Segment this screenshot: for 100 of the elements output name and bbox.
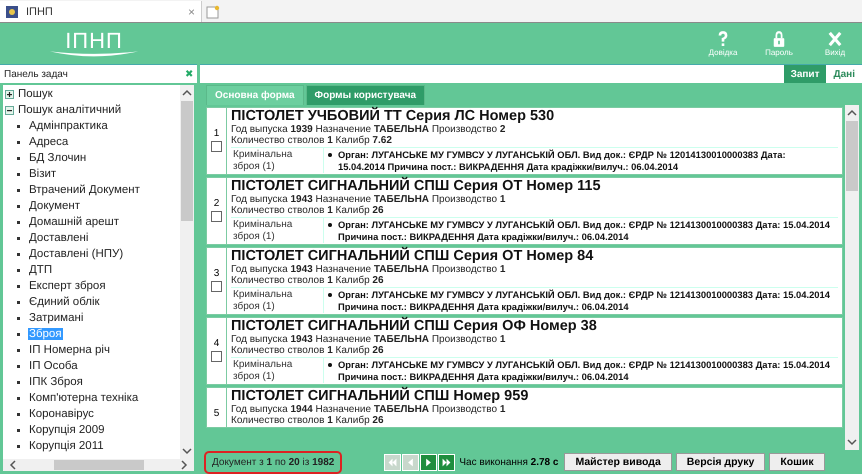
tree-item[interactable]: Домашній арешт <box>28 216 120 228</box>
pager-button[interactable] <box>420 454 438 470</box>
scroll-up-icon[interactable] <box>847 109 857 117</box>
new-tab-icon[interactable] <box>206 5 220 19</box>
table-cell-text: Орган: ЛУГАНСЬКЕ МУ ГУМВСУ У ЛУГАНСЬКІЙ ОБЛ. Вид док.: ЄРДР № 1214130010000383 Дата: 15.04.2014 Причина пост.: ВИКРАДЕННЯ Дата крадіжки/вилуч.: 06.04.2014 <box>338 359 831 382</box>
scroll-down-icon[interactable] <box>182 447 192 455</box>
tree-item[interactable]: Доставлені (НПУ) <box>28 248 124 260</box>
table-cell-text: Орган: ЛУГАНСЬКЕ МУ ГУМВСУ У ЛУГАНСЬКІЙ ОБЛ. Вид док.: ЄРДР № 12014130010000383 Дата: 15.04.2014 Причина пост.: ВИКРАДЕННЯ Дата крадіжки/вилуч.: 06.04.2014 <box>338 149 787 172</box>
table-cell: Кримінальна зброя (1) <box>231 148 324 173</box>
scroll-thumb[interactable] <box>54 460 144 470</box>
tree-item[interactable]: Коронавірус <box>28 408 95 420</box>
tree-item[interactable]: ІП Особа <box>28 360 79 372</box>
bullet-icon <box>17 444 20 448</box>
arrow-icon <box>441 456 452 468</box>
tree-item[interactable]: ІПК Зброя <box>28 376 84 388</box>
scroll-thumb[interactable] <box>846 121 858 191</box>
pager-button[interactable] <box>438 454 456 470</box>
checkbox[interactable] <box>211 211 222 222</box>
tree-item[interactable]: Затримані <box>28 312 84 324</box>
bullet-icon <box>17 236 20 240</box>
lock-icon <box>772 30 786 48</box>
tree-item[interactable]: БД Злочин <box>28 152 88 164</box>
scrollbar[interactable] <box>845 105 859 450</box>
checkbox[interactable] <box>211 141 222 152</box>
checkbox[interactable] <box>211 351 222 362</box>
footer-button[interactable]: Майстер вивода <box>564 453 672 471</box>
record-number: 2 <box>214 198 220 209</box>
record-title: ПІСТОЛЕТ СИГНАЛЬНИЙ СПШ Серия ОТ Номер 84 <box>231 249 594 264</box>
bullet-icon <box>17 124 20 128</box>
tree-item[interactable]: Комп'ютерна техніка <box>28 392 140 404</box>
record-line: Год выпуска 1943 Назначение ТАБЕЛЬНА Производство 1 <box>231 264 506 275</box>
bullet-icon <box>17 252 20 256</box>
bullet-icon <box>328 153 332 157</box>
bullet-icon <box>17 412 20 416</box>
record-title: ПІСТОЛЕТ СИГНАЛЬНИЙ СПШ Серия ОФ Номер 38 <box>231 319 598 334</box>
scrollbar[interactable] <box>180 85 194 459</box>
bullet-icon <box>17 284 20 288</box>
tab-title[interactable]: ІПНП <box>26 6 180 18</box>
tree-item[interactable]: ДТП <box>28 264 54 276</box>
record-line: Год выпуска 1939 Назначение ТАБЕЛЬНА Производство 2 <box>231 124 506 135</box>
tree-item[interactable]: Втрачений Документ <box>28 184 141 196</box>
record-line: Год выпуска 1944 Назначение ТАБЕЛЬНА Производство 1 <box>231 404 506 415</box>
tree-item[interactable]: ІП Номерна річ <box>28 344 111 356</box>
logo-text: ІПНП <box>65 30 123 52</box>
table-cell-text: Орган: ЛУГАНСЬКЕ МУ ГУМВСУ У ЛУГАНСЬКІЙ ОБЛ. Вид док.: ЄРДР № 1214130010000383 Дата: 15.04.2014 Причина пост.: ВИКРАДЕННЯ Дата крадіжки/вилуч.: 06.04.2014 <box>338 289 831 312</box>
record-line: Год выпуска 1943 Назначение ТАБЕЛЬНА Производство 1 <box>231 334 506 345</box>
close-icon <box>828 30 842 48</box>
horizontal-scrollbar[interactable] <box>3 459 194 471</box>
bullet-icon <box>17 348 20 352</box>
record-line: Год выпуска 1943 Назначение ТАБЕЛЬНА Производство 1 <box>231 194 506 205</box>
record-title: ПІСТОЛЕТ УЧБОВИЙ ТТ Серия ЛС Номер 530 <box>231 109 556 124</box>
checkbox[interactable] <box>211 281 222 292</box>
tree-item[interactable]: Адмінпрактика <box>28 120 109 132</box>
table-cell: Кримінальна зброя (1) <box>231 218 324 243</box>
tree-item[interactable]: Корупція 2009 <box>28 424 106 436</box>
record-line: Количество стволов 1 Калибр 7.62 <box>231 135 393 146</box>
tree-item[interactable]: Експерт зброя <box>28 280 107 292</box>
bullet-icon <box>17 332 20 336</box>
bullet-icon <box>17 268 20 272</box>
expand-toggle[interactable] <box>5 90 14 98</box>
tree-item[interactable]: Корупція 2011 <box>28 440 105 452</box>
tree-item[interactable]: Доставлені <box>28 232 90 244</box>
bullet-icon <box>17 364 20 368</box>
tree-item[interactable]: Пошук аналітичний <box>17 104 122 116</box>
record-title: ПІСТОЛЕТ СИГНАЛЬНИЙ СПШ Серия ОТ Номер 115 <box>231 179 602 194</box>
tree-item[interactable]: Адреса <box>28 136 70 148</box>
table-cell-text: Орган: ЛУГАНСЬКЕ МУ ГУМВСУ У ЛУГАНСЬКІЙ ОБЛ. Вид док.: ЄРДР № 1214130010000383 Дата: 15.04.2014 Причина пост.: ВИКРАДЕННЯ Дата крадіжки/вилуч.: 06.04.2014 <box>338 219 831 242</box>
record-number: 4 <box>214 338 220 349</box>
bullet-icon <box>17 188 20 192</box>
bullet-icon <box>328 223 332 227</box>
scroll-down-icon[interactable] <box>847 438 857 446</box>
bullet-icon <box>17 220 20 224</box>
bullet-icon <box>328 293 332 297</box>
bullet-icon <box>17 316 20 320</box>
scroll-left-icon[interactable] <box>9 460 17 470</box>
tree-item[interactable]: Пошук <box>17 88 54 100</box>
tree-item[interactable]: Візит <box>28 168 58 180</box>
expand-toggle[interactable] <box>5 106 14 114</box>
bullet-icon <box>17 396 20 400</box>
close-tab-button[interactable]: × <box>188 4 195 18</box>
arrow-icon <box>387 456 398 468</box>
record-line: Количество стволов 1 Калибр 26 <box>231 345 385 356</box>
tree-item[interactable]: Єдиний облік <box>28 296 101 308</box>
record-line: Количество стволов 1 Калибр 26 <box>231 275 385 286</box>
bullet-icon <box>17 140 20 144</box>
scroll-up-icon[interactable] <box>182 89 192 97</box>
table-cell: Кримінальна зброя (1) <box>231 288 324 313</box>
scroll-right-icon[interactable] <box>180 460 188 470</box>
bullet-icon <box>17 156 20 160</box>
footer-button[interactable]: Версія друку <box>676 453 766 471</box>
scroll-thumb[interactable] <box>181 101 193 221</box>
execution-time: Час виконання 2.78 с <box>459 456 558 468</box>
mode-tab[interactable]: Дані <box>826 65 862 83</box>
bullet-icon <box>17 380 20 384</box>
app-icon <box>6 6 18 18</box>
record-line: Количество стволов 1 Калибр 26 <box>231 415 385 426</box>
tree-item[interactable]: Документ <box>28 200 82 212</box>
bullet-icon <box>17 172 20 176</box>
footer-button[interactable]: Кошик <box>769 453 825 471</box>
bullet-icon <box>17 428 20 432</box>
